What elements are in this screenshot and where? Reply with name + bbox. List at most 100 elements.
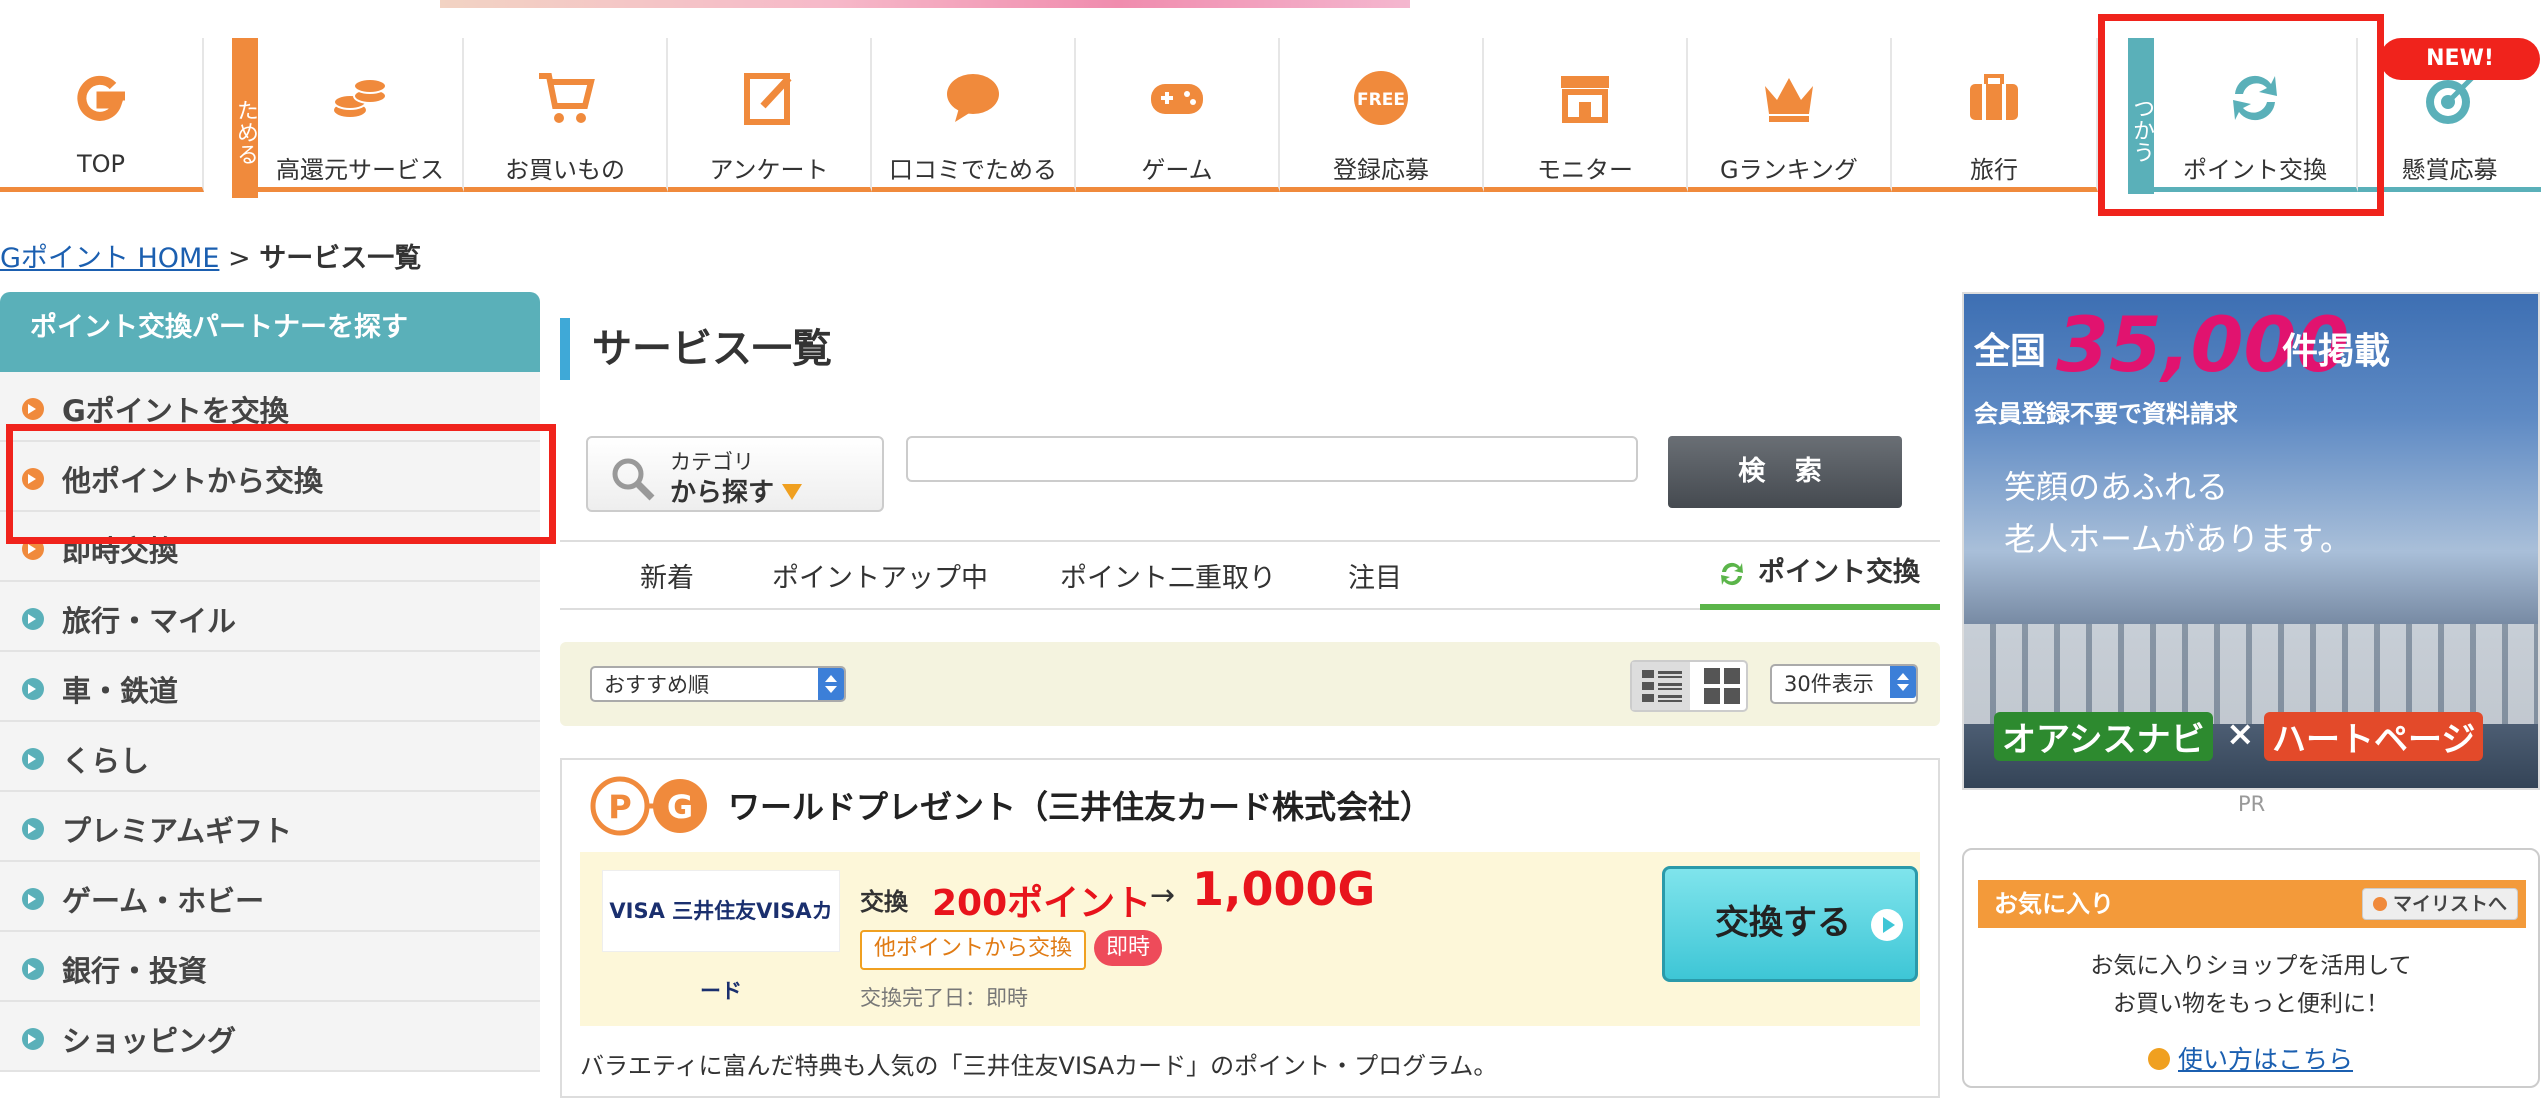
nav-label: 高還元サービス <box>276 156 444 184</box>
sidebar-item-label: 車・鉄道 <box>62 674 179 708</box>
cart-icon <box>539 73 595 123</box>
count-select[interactable]: 30件表示 <box>1770 664 1918 704</box>
nav-label: ゲーム <box>1141 156 1213 184</box>
nav-label: 懸賞応募 <box>2401 156 2498 184</box>
favorites-text-1: お気に入りショップを活用して <box>2090 953 2412 979</box>
category-button[interactable]: カテゴリ から探す <box>586 436 884 512</box>
sidebar-item-life[interactable]: くらし <box>0 722 540 792</box>
sidebar-header: ポイント交換パートナーを探す <box>0 292 540 372</box>
arrow-circle-icon <box>22 608 44 630</box>
nav-game[interactable]: ゲーム <box>1076 38 1280 192</box>
tameru-tab: ためる <box>232 38 258 198</box>
nav-label: アンケート <box>709 156 829 184</box>
g-value: 1,000G <box>1192 862 1376 916</box>
sidebar-item-label: プレミアムギフト <box>62 814 292 848</box>
tab-featured[interactable]: 注目 <box>1348 556 1402 595</box>
arrow-circle-icon <box>22 1028 44 1050</box>
new-badge: NEW! <box>2380 38 2540 80</box>
list-view-button[interactable] <box>1632 662 1690 710</box>
arrow-circle-icon <box>22 818 44 840</box>
sidebar-item-bank[interactable]: 銀行・投資 <box>0 932 540 1002</box>
favorites-box: お気に入り マイリストへ お気に入りショップを活用して お買い物をもっと便利に！… <box>1962 848 2540 1088</box>
arrow-right-icon: → <box>1150 878 1176 913</box>
category-label-2: から探す <box>670 478 775 508</box>
grid-view-icon[interactable] <box>1704 668 1740 704</box>
arrow-circle-icon <box>22 398 44 420</box>
ad-copy-1: 笑顔のあふれる <box>2004 468 2229 506</box>
breadcrumb-current: サービス一覧 <box>259 243 422 274</box>
tag-from-other: 他ポイントから交換 <box>860 930 1087 970</box>
svg-text:P: P <box>608 788 631 826</box>
tag-instant: 即時 <box>1094 930 1163 966</box>
exchange-button-label: 交換する <box>1715 903 1851 943</box>
points-value: 200ポイント <box>932 883 1152 924</box>
nav-ranking[interactable]: Gランキング <box>1688 38 1892 192</box>
sidebar-item-gift[interactable]: プレミアムギフト <box>0 792 540 862</box>
nav-label: 旅行 <box>1970 156 2018 184</box>
exchange-label: 交換 <box>860 888 908 916</box>
tab-point-exchange-label: ポイント交換 <box>1758 557 1920 588</box>
nav-label: モニター <box>1537 156 1633 184</box>
select-arrows-icon <box>1890 666 1916 698</box>
exchange-button[interactable]: 交換する <box>1662 866 1918 982</box>
count-select-value: 30件表示 <box>1784 672 1874 696</box>
sidebar-item-label: くらし <box>62 744 150 778</box>
search-icon <box>612 458 655 501</box>
sort-select-value: おすすめ順 <box>604 673 709 697</box>
nav-review[interactable]: 口コミでためる <box>872 38 1076 192</box>
mylist-button[interactable]: マイリストへ <box>2361 888 2518 920</box>
svg-text:FREE: FREE <box>1357 90 1405 110</box>
sidebar-item-travel[interactable]: 旅行・マイル <box>0 582 540 652</box>
ad-building-image <box>1964 624 2538 724</box>
nav-travel[interactable]: 旅行 <box>1892 38 2098 192</box>
top-banner-strip[interactable] <box>440 0 1410 8</box>
ad-brand-1: オアシスナビ <box>1994 712 2213 761</box>
nav-monitor[interactable]: モニター <box>1484 38 1688 192</box>
sort-select[interactable]: おすすめ順 <box>590 666 846 702</box>
ad-copy-2: 老人ホームがあります。 <box>2004 520 2352 558</box>
view-toggle <box>1630 660 1748 712</box>
search-button[interactable]: 検 索 <box>1668 436 1902 508</box>
tab-point-up[interactable]: ポイントアップ中 <box>772 556 988 595</box>
list-view-icon <box>1642 670 1682 702</box>
ad-subtext: 会員登録不要で資料請求 <box>1974 400 2238 428</box>
speech-bubble-icon <box>947 74 999 122</box>
tab-point-exchange[interactable]: ポイント交換 <box>1700 542 1940 610</box>
arrow-circle-icon <box>2148 1048 2170 1070</box>
breadcrumb-home-link[interactable]: Gポイント HOME <box>0 243 219 274</box>
svg-text:G: G <box>667 788 693 826</box>
search-input[interactable] <box>906 436 1638 482</box>
nav-survey[interactable]: アンケート <box>668 38 872 192</box>
arrow-circle-icon <box>22 958 44 980</box>
tab-double[interactable]: ポイント二重取り <box>1060 556 1276 595</box>
shop-icon <box>1561 76 1609 123</box>
exchange-arrows-icon <box>1721 562 1743 586</box>
howto-link[interactable]: 使い方はこちら <box>2178 1040 2353 1076</box>
ad-times: × <box>2226 714 2255 754</box>
highlight-from-other <box>6 424 556 544</box>
crown-icon <box>1765 78 1813 122</box>
service-title[interactable]: ワールドプレゼント（三井住友カード株式会社） <box>728 782 1432 828</box>
service-tabs: 新着 ポイントアップ中 ポイント二重取り 注目 ポイント交換 <box>560 540 1940 610</box>
chevron-down-icon <box>782 484 802 500</box>
select-arrows-icon <box>818 668 844 700</box>
filter-bar: おすすめ順 30件表示 <box>560 642 1940 726</box>
ad-ken: 件掲載 <box>2282 331 2391 372</box>
nav-shopping[interactable]: お買いもの <box>464 38 668 192</box>
nav-register[interactable]: FREE 登録応募 <box>1280 38 1484 192</box>
tab-new[interactable]: 新着 <box>640 556 694 595</box>
nav-high-return[interactable]: 高還元サービス <box>258 38 464 192</box>
coins-icon <box>333 78 387 117</box>
ad-banner[interactable]: 全国 35,000 件掲載 会員登録不要で資料請求 笑顔のあふれる 老人ホームが… <box>1962 292 2540 790</box>
nav-top[interactable]: TOP <box>0 38 204 192</box>
arrow-circle-icon <box>22 748 44 770</box>
nav-label: Gランキング <box>1720 156 1858 184</box>
sidebar-item-car[interactable]: 車・鉄道 <box>0 652 540 722</box>
sidebar-item-hobby[interactable]: ゲーム・ホビー <box>0 862 540 932</box>
sidebar-item-shopping[interactable]: ショッピング <box>0 1002 540 1072</box>
sidebar-item-label: ゲーム・ホビー <box>62 884 265 918</box>
mylist-label: マイリストへ <box>2392 893 2507 915</box>
sidebar-item-label: 銀行・投資 <box>62 954 208 988</box>
service-card: P G ワールドプレゼント（三井住友カード株式会社） VISA 三井住友VISA… <box>560 758 1940 1098</box>
page-title: サービス一覧 <box>560 318 832 380</box>
